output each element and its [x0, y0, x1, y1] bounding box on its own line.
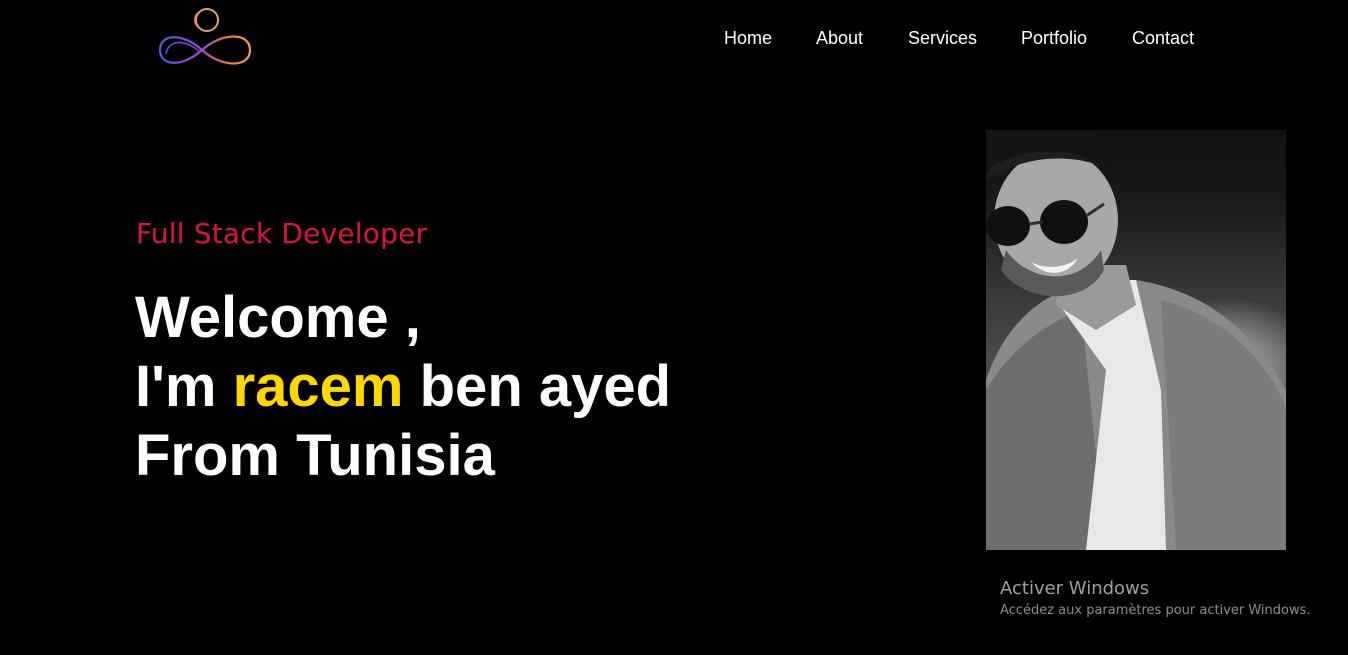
headline-line2-suffix: ben ayed [403, 354, 672, 419]
hero-subtitle: Full Stack Developer [136, 217, 428, 250]
main-nav: Home About Services Portfolio Contact [724, 26, 1202, 50]
activation-title: Activer Windows [1000, 578, 1150, 599]
nav-contact[interactable]: Contact [1132, 26, 1202, 50]
headline-line2-prefix: I'm [135, 354, 233, 419]
nav-services[interactable]: Services [908, 26, 1021, 50]
activation-message: Accédez aux paramètres pour activer Wind… [1000, 603, 1311, 618]
infinity-logo-icon[interactable] [152, 4, 258, 82]
page: Home About Services Portfolio Contact Fu… [0, 0, 1348, 655]
nav-about[interactable]: About [816, 26, 908, 50]
windows-activation-watermark: Activer Windows Accédez aux paramètres p… [1000, 578, 1311, 621]
hero-headline: Welcome , I'm racem ben ayed From Tunisi… [135, 283, 671, 490]
headline-line1: Welcome , [135, 285, 421, 350]
nav-portfolio[interactable]: Portfolio [1021, 26, 1132, 50]
profile-photo [986, 130, 1286, 550]
headline-name: racem [232, 354, 404, 419]
headline-line3: From Tunisia [135, 423, 495, 488]
nav-home[interactable]: Home [724, 26, 816, 50]
